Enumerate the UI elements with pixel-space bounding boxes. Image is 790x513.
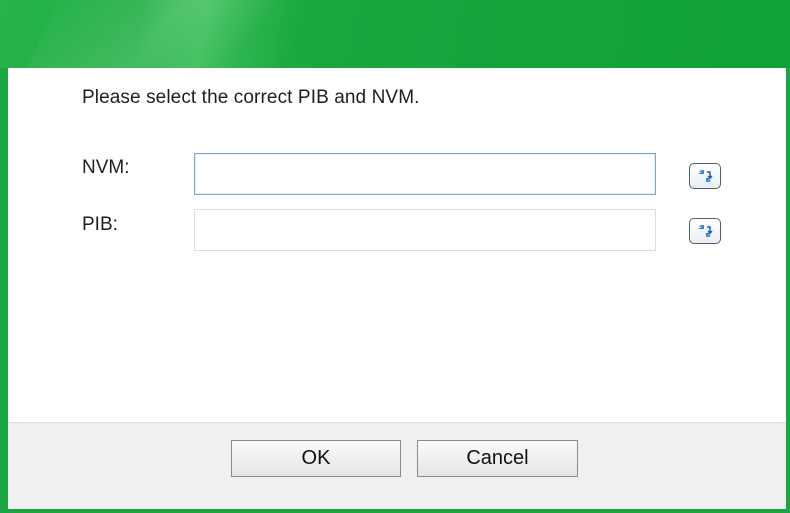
dialog-footer: OK Cancel bbox=[8, 422, 786, 509]
nvm-path-input[interactable] bbox=[194, 153, 656, 195]
select-pib-nvm-dialog: Please select the correct PIB and NVM. N… bbox=[0, 0, 790, 513]
folder-refresh-icon bbox=[698, 224, 713, 238]
ok-button[interactable]: OK bbox=[231, 440, 401, 477]
pib-label: PIB: bbox=[82, 214, 118, 235]
dialog-content: Please select the correct PIB and NVM. N… bbox=[8, 68, 786, 422]
pib-browse-button[interactable] bbox=[689, 218, 721, 244]
cancel-button[interactable]: Cancel bbox=[417, 440, 578, 477]
title-bar[interactable] bbox=[0, 0, 790, 68]
nvm-browse-button[interactable] bbox=[689, 163, 721, 189]
instruction-text: Please select the correct PIB and NVM. bbox=[82, 87, 420, 108]
pib-path-input[interactable] bbox=[194, 209, 656, 251]
nvm-label: NVM: bbox=[82, 157, 130, 178]
title-bar-sheen bbox=[2, 0, 338, 68]
window-frame-right bbox=[786, 68, 790, 513]
folder-refresh-icon bbox=[698, 169, 713, 183]
window-frame-left bbox=[0, 68, 8, 513]
